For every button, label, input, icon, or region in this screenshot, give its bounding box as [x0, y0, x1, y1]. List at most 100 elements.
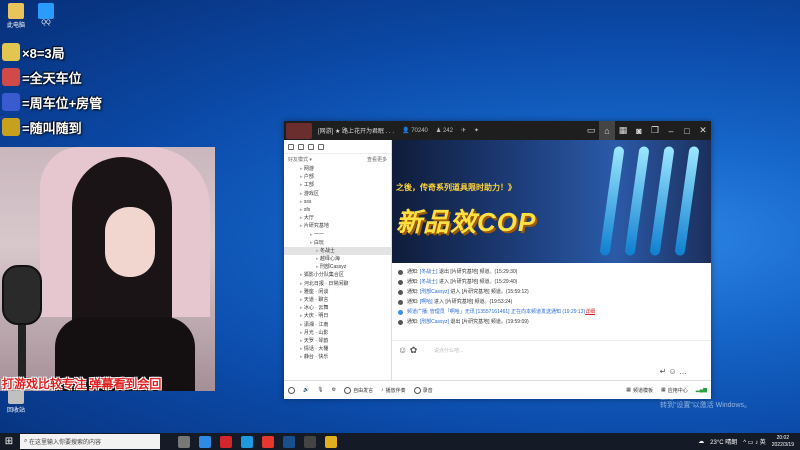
channel-item[interactable]: sfx [284, 206, 391, 214]
emoji-icon[interactable]: ☺ ✿ [398, 345, 417, 356]
chat-message: 通知: [啊哈] 进入 [片研究基地] 频道。(19:53:24) [398, 297, 705, 307]
channel-item[interactable]: 户部 [284, 173, 391, 181]
channel-item[interactable]: 潇湘 · 江南 [284, 321, 391, 329]
close-icon[interactable]: ✕ [695, 121, 711, 140]
chat-nick[interactable]: [冬战士] [420, 277, 438, 287]
notice-icon [398, 299, 403, 305]
chat-input[interactable]: 说点什么吧... [434, 347, 463, 354]
sidebar-more-link[interactable]: 查看更多 [367, 156, 387, 163]
game-controller-icon[interactable]: ◙ [631, 121, 647, 140]
channel-item[interactable]: 片研究基地 [284, 222, 391, 230]
channel-item[interactable]: 一一 [284, 231, 391, 239]
chat-message: 通知: [刑部Cassyz] 进入 [片研究基地] 频道。(15:59:12) [398, 287, 705, 297]
notice-icon [398, 289, 403, 295]
app-icon[interactable] [304, 435, 316, 448]
app-icon[interactable] [220, 435, 232, 448]
channel-item[interactable]: 大厅 [284, 214, 391, 222]
app-icon[interactable] [241, 435, 253, 448]
channel-item[interactable]: 冬战士 [284, 246, 391, 256]
share-icon[interactable]: ✈ [461, 127, 466, 134]
detail-link[interactable]: 详细 [585, 307, 595, 317]
settings-gear-icon[interactable]: ⚙ [332, 387, 336, 393]
free-speak-button[interactable]: 自由发言 [344, 386, 373, 394]
desktop-icon[interactable]: QQ [33, 3, 59, 26]
app-icon[interactable] [262, 435, 274, 448]
sidebar-tool-icon[interactable] [298, 143, 304, 150]
app-center-button[interactable]: ▦ 应用中心 [661, 387, 688, 394]
signal-strength-icon: ▂▄▆ [695, 387, 707, 393]
clock[interactable]: 20:02 2022/3/19 [772, 435, 794, 449]
channel-item[interactable]: 情话 · 大棚 [284, 345, 391, 353]
channel-item[interactable]: 月光 · 山影 [284, 329, 391, 337]
desktop-icon[interactable]: 此电脑 [3, 3, 29, 29]
overlay-row: ×8=3局 [2, 42, 65, 62]
chat-message-list: 通知: [冬战士] 退出 [片研究基地] 频道。(15:29:30) 通知: [… [398, 267, 705, 327]
overlay-row: =全天车位 [2, 67, 82, 87]
banner-slogan: 之後，传奇系列道具限时助力！》 [396, 183, 516, 192]
grid-icon[interactable]: ▦ [615, 121, 631, 140]
minimize-icon[interactable]: – [663, 121, 679, 140]
chat-nick[interactable]: [冬战士] [420, 267, 438, 277]
chat-nick[interactable]: [刑部Cassyz] [420, 317, 449, 327]
sidebar-tool-icon[interactable] [308, 143, 314, 150]
task-view-icon[interactable] [178, 435, 190, 448]
chat-nick[interactable]: [啊哈] [420, 297, 433, 307]
channel-item[interactable]: 大庆 · 明日 [284, 312, 391, 320]
channel-item[interactable]: 工部 [284, 181, 391, 189]
start-button[interactable]: ⊞ [0, 436, 18, 447]
channel-item[interactable]: 静台 · 快乐 [284, 353, 391, 361]
overlay-game-icon [2, 43, 20, 61]
channel-item[interactable]: 天罗 · 琴韵 [284, 337, 391, 345]
channel-template-button[interactable]: ▦ 频道模板 [626, 387, 653, 394]
voice-chat-app-window[interactable]: [网游] ★ 路上花开为君眠 . . . 👤 70240 ♟ 242 ✈ ✦ ▭… [284, 121, 711, 399]
channel-item[interactable]: 雅座 · 闲谈 [284, 288, 391, 296]
maximize-icon[interactable]: □ [679, 121, 695, 140]
system-tray: ☁ 23°C 晴朗 ^ ▭ ♪ 英 20:02 2022/3/19 [698, 435, 800, 449]
chat-area[interactable]: 通知: [冬战士] 退出 [片研究基地] 频道。(15:29:30) 通知: [… [392, 263, 711, 380]
screen-share-icon[interactable]: ▭ [583, 121, 599, 140]
channel-item[interactable]: 天道 · 聊言 [284, 296, 391, 304]
channel-item[interactable]: 游戏区 [284, 190, 391, 198]
channel-item[interactable]: sss [284, 198, 391, 206]
chat-message: 频道广播: 管理员「啊哈」无讯 [13557161461] 正在向本频道发送通知… [398, 307, 705, 317]
channel-item[interactable]: 狐影小分队集合区 [284, 271, 391, 279]
sidebar-tool-icon[interactable] [288, 143, 294, 150]
record-button[interactable]: 录音 [413, 386, 433, 394]
channel-item[interactable]: 白玩 [284, 239, 391, 247]
channel-item[interactable]: 越绎心海 [284, 255, 391, 263]
sidebar-mode-dropdown[interactable]: 好友模式 ▾ [288, 156, 312, 163]
channel-item[interactable]: 河北日报 · 日常闲聊 [284, 280, 391, 288]
taskbar-search[interactable]: ⌕ 在这里输入你要搜索的内容 [20, 434, 160, 449]
chat-message: 通知: [刑部Cassyz] 退出 [片研究基地] 频道。(19:59:09) [398, 317, 705, 327]
app-icon[interactable] [325, 435, 337, 448]
notice-icon [398, 269, 403, 275]
channel-item[interactable]: 刑部Cassyz [284, 263, 391, 271]
home-icon[interactable]: ⌂ [599, 121, 615, 140]
channel-logo [286, 122, 312, 139]
app-titlebar[interactable]: [网游] ★ 路上花开为君眠 . . . 👤 70240 ♟ 242 ✈ ✦ ▭… [284, 121, 711, 140]
restore-icon[interactable]: ❐ [647, 121, 663, 140]
notice-icon [398, 319, 403, 325]
tray-icons[interactable]: ^ ▭ ♪ 英 [743, 437, 766, 446]
steam-icon[interactable] [283, 435, 295, 448]
chat-message: 通知: [冬战士] 退出 [片研究基地] 频道。(15:29:30) [398, 267, 705, 277]
sidebar-tool-icon[interactable] [318, 143, 324, 150]
app-bottom-bar: 🔊 🎙 ⚙ 自由发言 ♪ 播放伴奏 录音 ▦ 频道模板 ▦ 应用中心 ▂▄▆ [284, 380, 711, 399]
activation-watermark: 激活 Windows 转到“设置”以激活 Windows。 [660, 394, 752, 409]
channel-sidebar[interactable]: 好友模式 ▾ 查看更多 网游户部工部游戏区ssssfx大厅片研究基地一一白玩冬战… [284, 140, 392, 380]
chat-input-area[interactable]: ☺ ✿ 说点什么吧... ↵ ☺ … [392, 340, 711, 380]
chat-nick[interactable]: 管理员「啊哈」无讯 [13557161461] [430, 307, 510, 317]
play-accompaniment-button[interactable]: ♪ 播放伴奏 [381, 387, 406, 394]
send-icon[interactable]: ↵ ☺ … [660, 367, 687, 376]
overlay-game-icon [2, 118, 20, 136]
channel-item[interactable]: 网游 [284, 165, 391, 173]
avatar[interactable] [288, 386, 295, 394]
weather-icon[interactable]: ☁ [698, 438, 704, 445]
speaker-icon[interactable]: 🔊 [303, 387, 309, 393]
settings-icon[interactable]: ✦ [474, 127, 479, 134]
edge-icon[interactable] [199, 435, 211, 448]
channel-item[interactable]: 冰心 · 云舞 [284, 304, 391, 312]
chat-nick[interactable]: [刑部Cassyz] [420, 287, 449, 297]
mic-icon[interactable]: 🎙 [317, 387, 323, 393]
promo-banner[interactable]: 之後，传奇系列道具限时助力！》 新品效COP [392, 140, 711, 263]
